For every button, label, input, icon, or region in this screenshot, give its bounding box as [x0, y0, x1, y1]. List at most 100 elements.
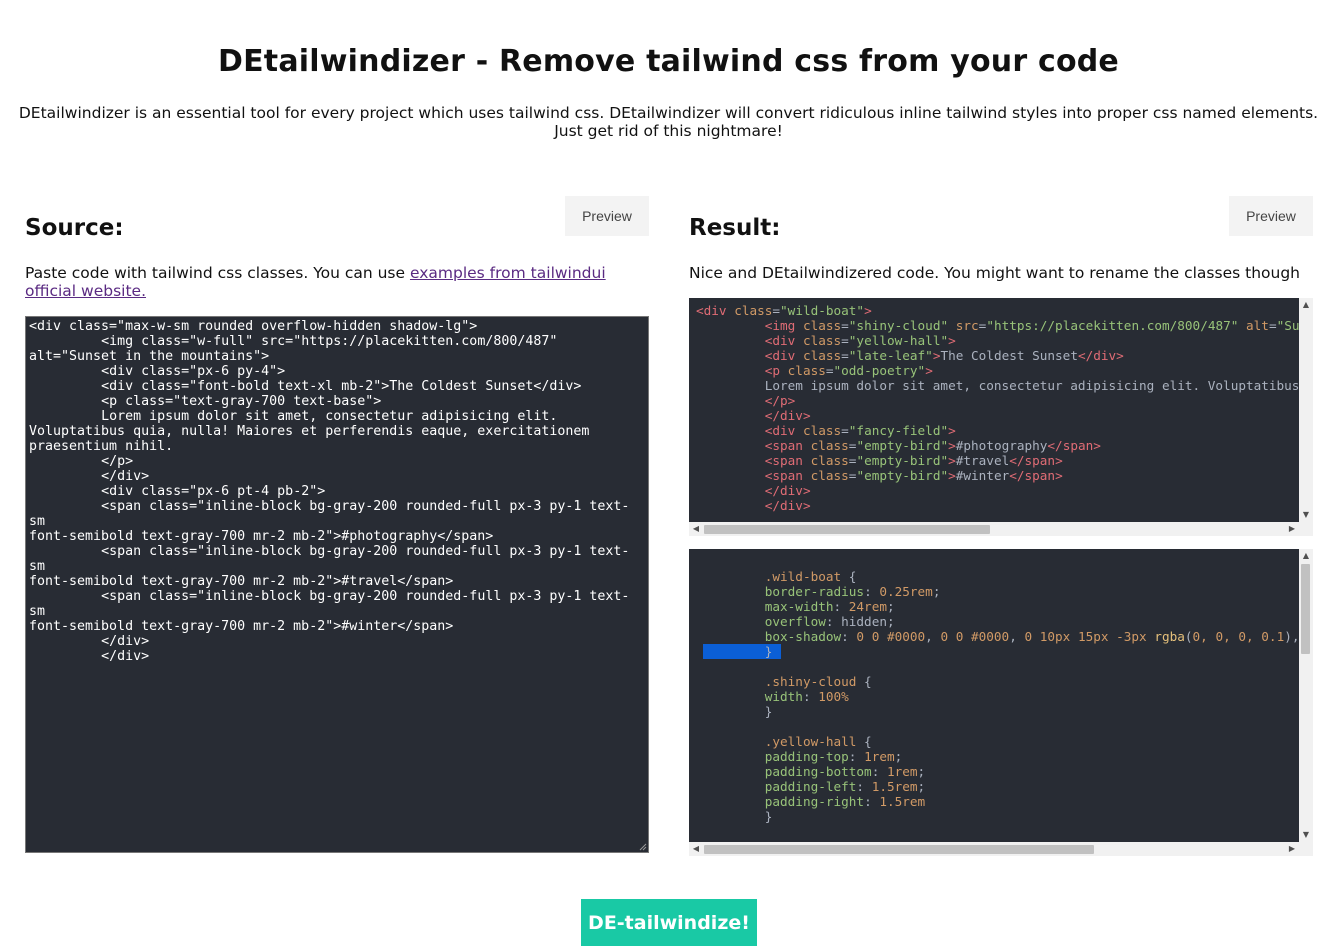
scroll-down-icon[interactable]: ▼ [1299, 828, 1313, 842]
code-token: : [833, 599, 849, 614]
scroll-down-icon[interactable]: ▼ [1299, 508, 1313, 522]
code-token: ), [1284, 629, 1299, 644]
code-token: "wild-boat" [780, 303, 865, 318]
code-token: } [696, 704, 773, 719]
code-token: 1rem [886, 764, 918, 779]
code-token: alt [1246, 318, 1269, 333]
code-token: = [772, 303, 781, 318]
code-line: overflow: hidden; [696, 614, 1299, 629]
code-token: "empty-bird" [856, 468, 949, 483]
scroll-left-icon[interactable]: ◀ [689, 842, 703, 856]
code-token: class [802, 333, 842, 348]
scroll-up-icon[interactable]: ▲ [1299, 298, 1313, 312]
code-line: <div class="yellow-hall"> [696, 333, 1299, 348]
code-line: padding-left: 1.5rem; [696, 779, 1299, 794]
code-token: > [948, 333, 956, 348]
code-token: , [1009, 629, 1025, 644]
code-token: class [810, 438, 849, 453]
code-line: <div class="wild-boat"> [696, 303, 1299, 318]
code-token: #photography [955, 438, 1048, 453]
html-editor-horizontal-scrollbar[interactable]: ◀ ▶ [689, 522, 1299, 536]
result-html-editor[interactable]: <div class="wild-boat"> <img class="shin… [689, 298, 1313, 536]
code-line: padding-top: 1rem; [696, 749, 1299, 764]
code-token: <img [764, 318, 803, 333]
code-token: class [734, 303, 773, 318]
code-token: 0, 0, 0, 0.1 [1192, 629, 1285, 644]
code-token: 24rem [848, 599, 887, 614]
code-line: <span class="empty-bird">#travel</span> [696, 453, 1299, 468]
resize-grip-icon[interactable] [639, 843, 647, 851]
code-line: padding-bottom: 1rem; [696, 764, 1299, 779]
code-line: </div> [696, 498, 1299, 513]
code-token: : [802, 689, 819, 704]
code-token: #travel [955, 453, 1010, 468]
result-html-code[interactable]: <div class="wild-boat"> <img class="shin… [689, 298, 1299, 522]
code-token: </div> [764, 483, 811, 498]
code-token: </div> [1077, 348, 1124, 363]
code-token: = [825, 363, 834, 378]
code-token: <div [764, 348, 803, 363]
source-code-textarea[interactable]: <div class="max-w-sm rounded overflow-hi… [25, 316, 649, 853]
code-token: "shiny-cloud" [848, 318, 949, 333]
result-heading: Result: [689, 215, 781, 241]
code-line: </p> [696, 393, 1299, 408]
html-editor-vertical-scrollbar[interactable]: ▲ ▼ [1299, 298, 1313, 522]
scroll-right-icon[interactable]: ▶ [1285, 522, 1299, 536]
code-token: .shiny-cloud [764, 674, 857, 689]
source-preview-button[interactable]: Preview [565, 196, 649, 236]
code-token: "late-leaf" [848, 348, 933, 363]
code-token: = [841, 423, 849, 438]
code-line: <div class="late-leaf">The Coldest Sunse… [696, 348, 1299, 363]
result-css-editor[interactable]: .wild-boat { border-radius: 0.25rem; max… [689, 549, 1313, 856]
css-editor-horizontal-scrollbar[interactable]: ◀ ▶ [689, 842, 1299, 856]
result-preview-button[interactable]: Preview [1229, 196, 1313, 236]
code-line: } [696, 644, 1299, 659]
code-token: 1rem [864, 749, 895, 764]
code-token: </span> [1009, 453, 1063, 468]
code-line: max-width: 24rem; [696, 599, 1299, 614]
code-line: } [696, 704, 1299, 719]
detailwindize-button[interactable]: DE-tailwindize! [581, 899, 757, 946]
css-editor-scroll-thumb[interactable] [704, 845, 1094, 854]
html-editor-scroll-thumb[interactable] [704, 525, 990, 534]
code-token: > [948, 438, 956, 453]
code-token: : [856, 779, 872, 794]
code-token: The Coldest Sunset [940, 348, 1078, 363]
code-token: <div [764, 333, 803, 348]
scroll-right-icon[interactable]: ▶ [1285, 842, 1299, 856]
code-line: .wild-boat { [696, 569, 1299, 584]
code-token: { [856, 674, 872, 689]
code-token: max-width [764, 599, 834, 614]
code-token: > [948, 453, 956, 468]
source-heading: Source: [25, 215, 124, 241]
code-token: "odd-poetry" [833, 363, 926, 378]
code-token: } [696, 644, 773, 659]
code-token: : [841, 629, 857, 644]
css-editor-vertical-thumb[interactable] [1301, 564, 1310, 654]
code-token: class [802, 348, 842, 363]
result-css-code[interactable]: .wild-boat { border-radius: 0.25rem; max… [689, 549, 1299, 842]
css-editor-vertical-scrollbar[interactable]: ▲ ▼ [1299, 549, 1313, 842]
code-token: { [856, 734, 872, 749]
code-token: </span> [1047, 438, 1101, 453]
code-token: , [925, 629, 941, 644]
scroll-up-icon[interactable]: ▲ [1299, 549, 1313, 563]
scroll-left-icon[interactable]: ◀ [689, 522, 703, 536]
code-token: = [841, 348, 849, 363]
scrollbar-corner [1299, 522, 1313, 536]
code-token: #winter [955, 468, 1010, 483]
code-token: padding-bottom [764, 764, 872, 779]
code-token: "yellow-hall" [848, 333, 949, 348]
code-line: width: 100% [696, 689, 1299, 704]
